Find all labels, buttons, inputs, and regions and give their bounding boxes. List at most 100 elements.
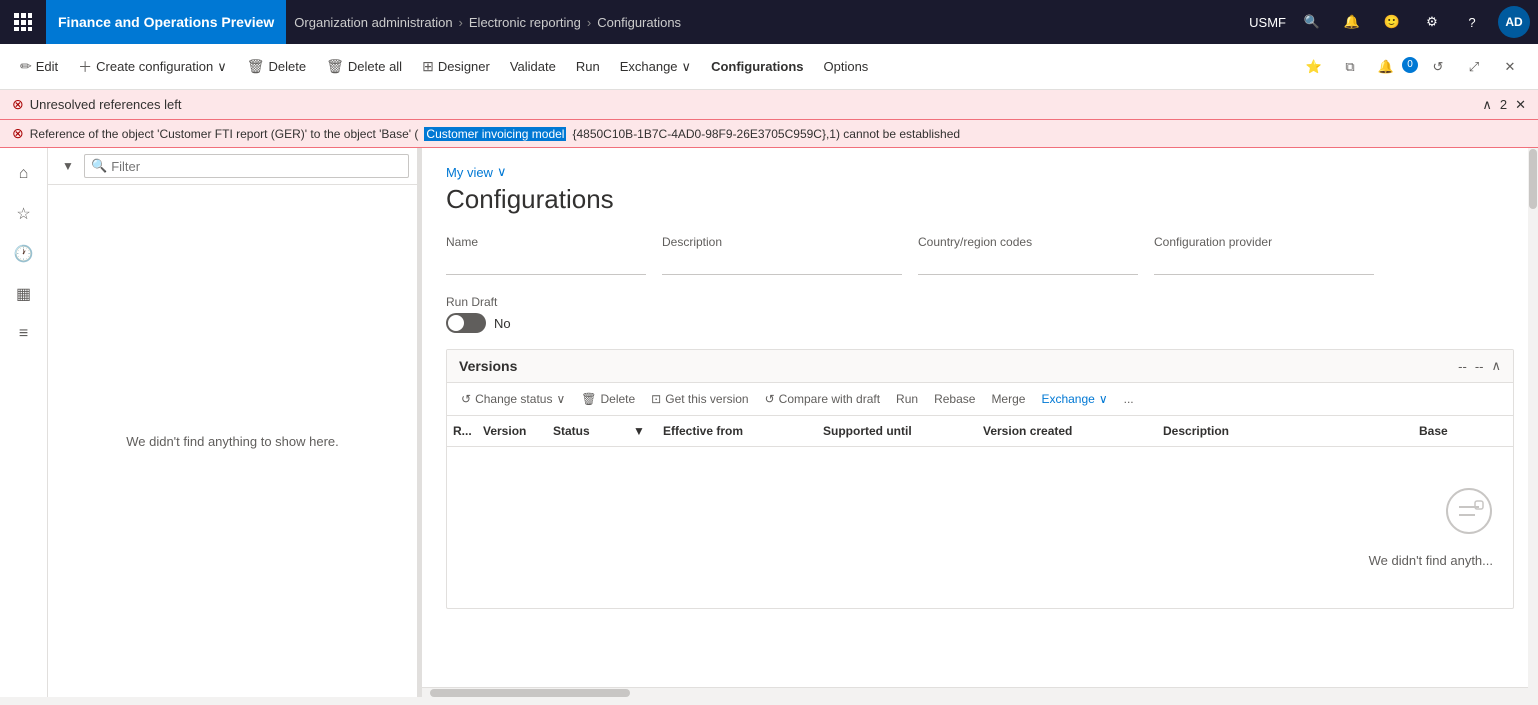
vertical-scrollbar[interactable] — [1528, 148, 1538, 697]
versions-table-header: R... Version Status ▼ Effective from Sup… — [447, 416, 1513, 447]
refresh-icon[interactable]: ↺ — [1422, 51, 1454, 83]
description-label: Description — [662, 235, 902, 249]
description-value[interactable] — [662, 253, 902, 275]
breadcrumb-configurations[interactable]: Configurations — [597, 15, 681, 30]
designer-button[interactable]: ⊞ Designer — [414, 54, 498, 79]
right-panel-inner: My view ∨ Configurations Name Descriptio… — [422, 148, 1538, 625]
versions-actions: ↺ Change status ∨ 🗑 Delete ⊡ Get this ve… — [447, 383, 1513, 416]
col-filter[interactable]: ▼ — [627, 416, 657, 446]
form-fields: Name Description Country/region codes Co… — [446, 235, 1514, 275]
notifications-badge-wrap: 🔔 0 — [1370, 51, 1418, 83]
versions-title: Versions — [459, 358, 517, 374]
versions-delete-icon: 🗑 — [581, 392, 596, 406]
name-field: Name — [446, 235, 646, 275]
country-codes-label: Country/region codes — [918, 235, 1138, 249]
col-supported-until: Supported until — [817, 416, 977, 446]
notifications-icon[interactable]: 🔔 — [1338, 8, 1366, 36]
compare-icon: ↺ — [765, 392, 775, 406]
filter-icon[interactable]: ▼ — [56, 154, 80, 178]
change-status-chevron: ∨ — [556, 392, 565, 406]
designer-icon: ⊞ — [422, 58, 434, 75]
my-view-row[interactable]: My view ∨ — [446, 164, 1514, 180]
config-provider-label: Configuration provider — [1154, 235, 1374, 249]
description-field: Description — [662, 235, 902, 275]
error-banner-2-text-after: {4850C10B-1B7C-4AD0-98F9-26E3705C959C},1… — [572, 127, 960, 141]
page-title: Configurations — [446, 184, 1514, 215]
versions-exchange-button[interactable]: Exchange ∨ — [1035, 389, 1113, 409]
waffle-menu-icon[interactable] — [8, 7, 38, 37]
close-panel-icon[interactable]: ✕ — [1494, 51, 1526, 83]
validate-button[interactable]: Validate — [502, 55, 564, 78]
country-codes-value[interactable] — [918, 253, 1138, 275]
error-count: 2 — [1500, 97, 1507, 112]
config-provider-value[interactable] — [1154, 253, 1374, 275]
breadcrumb-org-admin[interactable]: Organization administration — [294, 15, 452, 30]
error-banner-2-text-before: Reference of the object 'Customer FTI re… — [30, 127, 419, 141]
exchange-chevron: ∨ — [682, 59, 692, 75]
breadcrumb-sep-2: › — [587, 15, 591, 30]
main-layout: ⌂ ☆ 🕐 ▦ ≡ ▼ 🔍 We didn't find anything to… — [0, 148, 1538, 697]
col-description: Description — [1157, 416, 1413, 446]
breadcrumb-electronic-reporting[interactable]: Electronic reporting — [469, 15, 581, 30]
config-provider-field: Configuration provider — [1154, 235, 1374, 275]
right-panel: My view ∨ Configurations Name Descriptio… — [422, 148, 1538, 697]
versions-collapse-icon[interactable]: ∧ — [1491, 358, 1501, 374]
alert-icon[interactable]: 🔔 — [1370, 51, 1402, 83]
col-version-created: Version created — [977, 416, 1157, 446]
get-this-version-button[interactable]: ⊡ Get this version — [645, 389, 754, 409]
options-button[interactable]: Options — [816, 55, 877, 78]
run-draft-label: Run Draft — [446, 295, 1514, 309]
scroll-thumb[interactable] — [430, 689, 630, 697]
col-base: Base — [1413, 416, 1513, 446]
search-icon[interactable]: 🔍 — [1298, 8, 1326, 36]
merge-button[interactable]: Merge — [985, 389, 1031, 409]
star-icon[interactable]: ☆ — [6, 196, 42, 232]
edit-button[interactable]: ✏ Edit — [12, 54, 66, 79]
calendar-icon[interactable]: ▦ — [6, 276, 42, 312]
rebase-button[interactable]: Rebase — [928, 389, 981, 409]
list-icon[interactable]: ≡ — [6, 316, 42, 352]
versions-empty: We didn't find anyth... — [447, 447, 1513, 608]
clock-icon[interactable]: 🕐 — [6, 236, 42, 272]
exchange-button[interactable]: Exchange ∨ — [612, 55, 699, 79]
home-icon[interactable]: ⌂ — [6, 156, 42, 192]
name-value[interactable] — [446, 253, 646, 275]
help-icon[interactable]: ? — [1458, 8, 1486, 36]
delete-button[interactable]: 🗑 Delete — [239, 54, 314, 79]
horizontal-scrollbar[interactable] — [422, 687, 1538, 697]
delete-all-button[interactable]: 🗑 Delete all — [318, 54, 410, 79]
panel-icon[interactable]: ⧉ — [1334, 51, 1366, 83]
col-status: Status — [547, 416, 627, 446]
create-config-button[interactable]: ＋ Create configuration ∨ — [70, 53, 235, 81]
run-draft-toggle[interactable] — [446, 313, 486, 333]
versions-delete-button[interactable]: 🗑 Delete — [575, 389, 641, 409]
name-label: Name — [446, 235, 646, 249]
favorite-icon[interactable]: ⭐ — [1298, 51, 1330, 83]
open-new-icon[interactable]: ⤢ — [1458, 51, 1490, 83]
v-scroll-thumb[interactable] — [1529, 149, 1537, 209]
smiley-icon[interactable]: 🙂 — [1378, 8, 1406, 36]
error-banner-2-highlight: Customer invoicing model — [424, 127, 566, 141]
error-close-icon[interactable]: ✕ — [1515, 97, 1526, 113]
run-button[interactable]: Run — [568, 55, 608, 78]
app-title: Finance and Operations Preview — [46, 0, 286, 44]
avatar[interactable]: AD — [1498, 6, 1530, 38]
alert-badge: 0 — [1402, 57, 1418, 73]
settings-icon[interactable]: ⚙ — [1418, 8, 1446, 36]
breadcrumb: Organization administration › Electronic… — [294, 15, 1241, 30]
filter-input[interactable] — [111, 159, 402, 174]
compare-with-draft-button[interactable]: ↺ Compare with draft — [759, 389, 886, 409]
more-button[interactable]: ... — [1118, 389, 1140, 409]
empty-versions-icon — [1445, 487, 1493, 545]
breadcrumb-sep-1: › — [459, 15, 463, 30]
my-view-chevron: ∨ — [497, 164, 507, 180]
configurations-button[interactable]: Configurations — [703, 55, 811, 78]
get-version-icon: ⊡ — [651, 392, 661, 406]
versions-run-button[interactable]: Run — [890, 389, 924, 409]
versions-dash-2: -- — [1475, 359, 1484, 374]
change-status-button[interactable]: ↺ Change status ∨ — [455, 389, 571, 409]
col-version: Version — [477, 416, 547, 446]
toggle-row: No — [446, 313, 1514, 333]
delete-icon: 🗑 — [247, 58, 265, 75]
error-collapse-icon[interactable]: ∧ — [1482, 97, 1492, 113]
